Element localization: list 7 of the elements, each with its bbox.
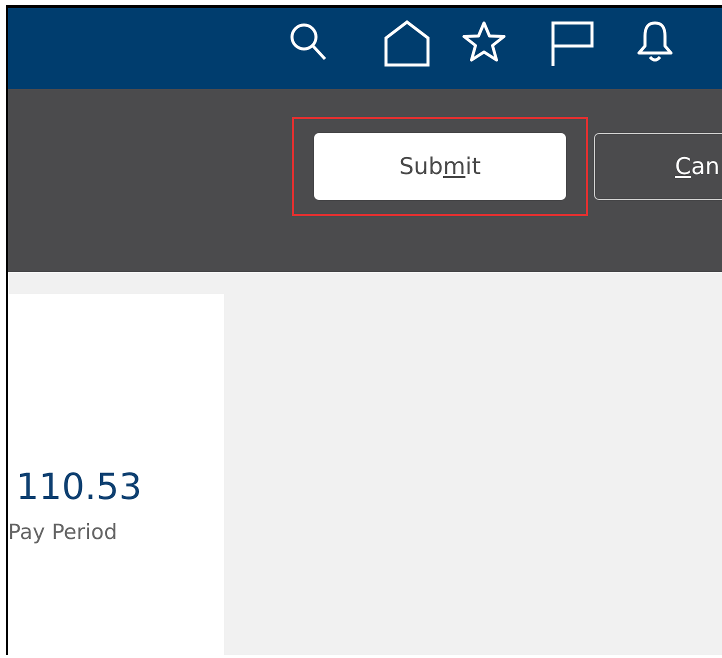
pay-period-label: Pay Period	[8, 520, 118, 544]
bell-icon[interactable]	[634, 20, 675, 64]
amount: 110.53	[16, 466, 142, 510]
cancel-button[interactable]: Can	[594, 133, 722, 200]
submit-button[interactable]: Submit	[314, 133, 566, 200]
star-icon[interactable]	[460, 20, 507, 64]
home-icon[interactable]	[383, 20, 432, 68]
